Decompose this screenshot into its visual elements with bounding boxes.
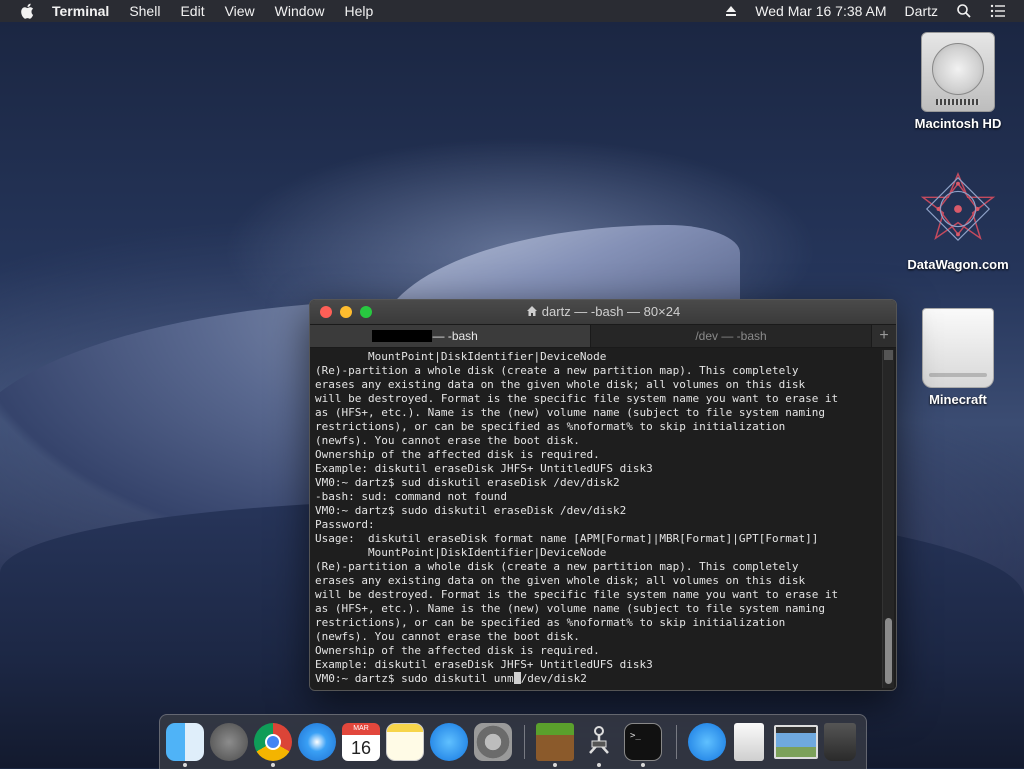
launchpad-icon[interactable]	[210, 723, 248, 761]
prompt-text: /dev/disk2	[520, 672, 587, 685]
tab-label: /dev — -bash	[695, 329, 767, 343]
tab-dev-bash[interactable]: /dev — -bash	[590, 325, 871, 347]
dock-separator	[524, 725, 525, 759]
terminal-line: restrictions), or can be specified as %n…	[315, 616, 786, 629]
terminal-line: (Re)-partition a whole disk (create a ne…	[315, 364, 799, 377]
terminal-line: MountPoint|DiskIdentifier|DeviceNode	[315, 350, 607, 363]
menu-help[interactable]: Help	[344, 0, 373, 22]
notes-icon[interactable]	[386, 723, 424, 761]
terminal-line: will be destroyed. Format is the specifi…	[315, 588, 839, 601]
terminal-text[interactable]: MountPoint|DiskIdentifier|DeviceNode (Re)…	[315, 350, 876, 686]
terminal-line: Ownership of the affected disk is requir…	[315, 644, 600, 657]
scrollbar-thumb[interactable]	[885, 618, 892, 684]
terminal-line: VM0:~ dartz$ sud diskutil eraseDisk /dev…	[315, 476, 620, 489]
terminal-line: as (HFS+, etc.). Name is the (new) volum…	[315, 406, 825, 419]
desktop-icon-label: Minecraft	[929, 392, 987, 407]
downloads-stack-icon[interactable]	[688, 723, 726, 761]
tab-home-bash[interactable]: ~ — -bash	[310, 325, 590, 347]
tab-bar: ~ — -bash /dev — -bash +	[310, 324, 896, 348]
running-indicator	[183, 763, 187, 767]
menu-app-name[interactable]: Terminal	[52, 0, 109, 22]
terminal-line: restrictions), or can be specified as %n…	[315, 420, 786, 433]
terminal-line: erases any existing data on the given wh…	[315, 378, 806, 391]
calendar-icon[interactable]: MAR 16	[342, 723, 380, 761]
terminal-line: (newfs). You cannot erase the boot disk.	[315, 630, 580, 643]
vertical-scrollbar[interactable]	[882, 350, 894, 688]
running-indicator	[271, 763, 275, 767]
terminal-window[interactable]: dartz — -bash — 80×24 ~ — -bash /dev — -…	[309, 299, 897, 691]
desktop-icon-label: DataWagon.com	[907, 257, 1009, 272]
notification-center-icon[interactable]	[990, 3, 1006, 19]
menubar-user[interactable]: Dartz	[905, 3, 938, 19]
prompt-text: VM0:~ dartz$ sudo diskutil unm	[315, 672, 514, 685]
menu-shell[interactable]: Shell	[129, 0, 160, 22]
terminal-output-area[interactable]: MountPoint|DiskIdentifier|DeviceNode (Re)…	[310, 348, 896, 690]
terminal-prompt-line[interactable]: VM0:~ dartz$ sudo diskutil unm/dev/disk2	[315, 672, 876, 686]
terminal-line: VM0:~ dartz$ sudo diskutil eraseDisk /de…	[315, 504, 627, 517]
desktop-icon-minecraft[interactable]: Minecraft	[903, 308, 1013, 407]
home-folder-icon	[526, 306, 537, 316]
removable-drive-icon	[919, 308, 997, 388]
desktop-icon-datawagon[interactable]: DataWagon.com	[903, 170, 1013, 272]
text-cursor	[513, 672, 521, 684]
spotlight-search-icon[interactable]	[956, 3, 972, 19]
chrome-icon[interactable]	[254, 723, 292, 761]
terminal-icon[interactable]: >_	[624, 723, 662, 761]
scroll-up-button[interactable]	[884, 350, 893, 360]
terminal-line: (Re)-partition a whole disk (create a ne…	[315, 560, 799, 573]
running-indicator	[553, 763, 557, 767]
menu-view[interactable]: View	[225, 0, 255, 22]
terminal-titlebar[interactable]: dartz — -bash — 80×24	[310, 300, 896, 324]
trash-icon[interactable]	[824, 723, 856, 761]
menu-edit[interactable]: Edit	[180, 0, 204, 22]
app-store-icon[interactable]	[430, 723, 468, 761]
calendar-day: 16	[342, 735, 380, 761]
system-preferences-icon[interactable]	[474, 723, 512, 761]
apple-menu-icon[interactable]	[18, 1, 38, 21]
document-icon[interactable]	[734, 723, 764, 761]
terminal-line: (newfs). You cannot erase the boot disk.	[315, 434, 580, 447]
terminal-line: MountPoint|DiskIdentifier|DeviceNode	[315, 546, 607, 559]
running-indicator	[597, 763, 601, 767]
terminal-line: -bash: sud: command not found	[315, 490, 508, 503]
terminal-line: Password:	[315, 518, 375, 531]
finder-icon[interactable]	[166, 723, 204, 761]
screenshot-icon[interactable]	[774, 725, 818, 759]
terminal-line: as (HFS+, etc.). Name is the (new) volum…	[315, 602, 825, 615]
eject-icon[interactable]	[725, 5, 737, 17]
menu-window[interactable]: Window	[275, 0, 325, 22]
terminal-line: Example: diskutil eraseDisk JHFS+ Untitl…	[315, 462, 653, 475]
minecraft-icon[interactable]	[536, 723, 574, 761]
claw-tool-icon[interactable]	[580, 723, 618, 761]
window-title: dartz — -bash — 80×24	[541, 304, 681, 319]
dock: MAR 16 >_	[159, 714, 867, 769]
terminal-line: erases any existing data on the given wh…	[315, 574, 806, 587]
desktop-icon-label: Macintosh HD	[914, 116, 1002, 131]
redaction-block	[372, 330, 432, 342]
hard-drive-icon	[919, 32, 997, 112]
terminal-line: Ownership of the affected disk is requir…	[315, 448, 600, 461]
safari-icon[interactable]	[298, 723, 336, 761]
dock-separator	[676, 725, 677, 759]
new-tab-button[interactable]: +	[871, 325, 896, 347]
terminal-line: Example: diskutil eraseDisk JHFS+ Untitl…	[315, 658, 653, 671]
terminal-line: Usage: diskutil eraseDisk format name [A…	[315, 532, 819, 545]
menu-bar: Terminal Shell Edit View Window Help Wed…	[0, 0, 1024, 22]
running-indicator	[641, 763, 645, 767]
desktop-icon-macintosh-hd[interactable]: Macintosh HD	[903, 32, 1013, 131]
svg-text:>_: >_	[630, 731, 641, 741]
terminal-line: will be destroyed. Format is the specifi…	[315, 392, 839, 405]
menubar-clock[interactable]: Wed Mar 16 7:38 AM	[755, 3, 886, 19]
calendar-month: MAR	[342, 723, 380, 735]
datawagon-star-icon	[920, 171, 996, 242]
